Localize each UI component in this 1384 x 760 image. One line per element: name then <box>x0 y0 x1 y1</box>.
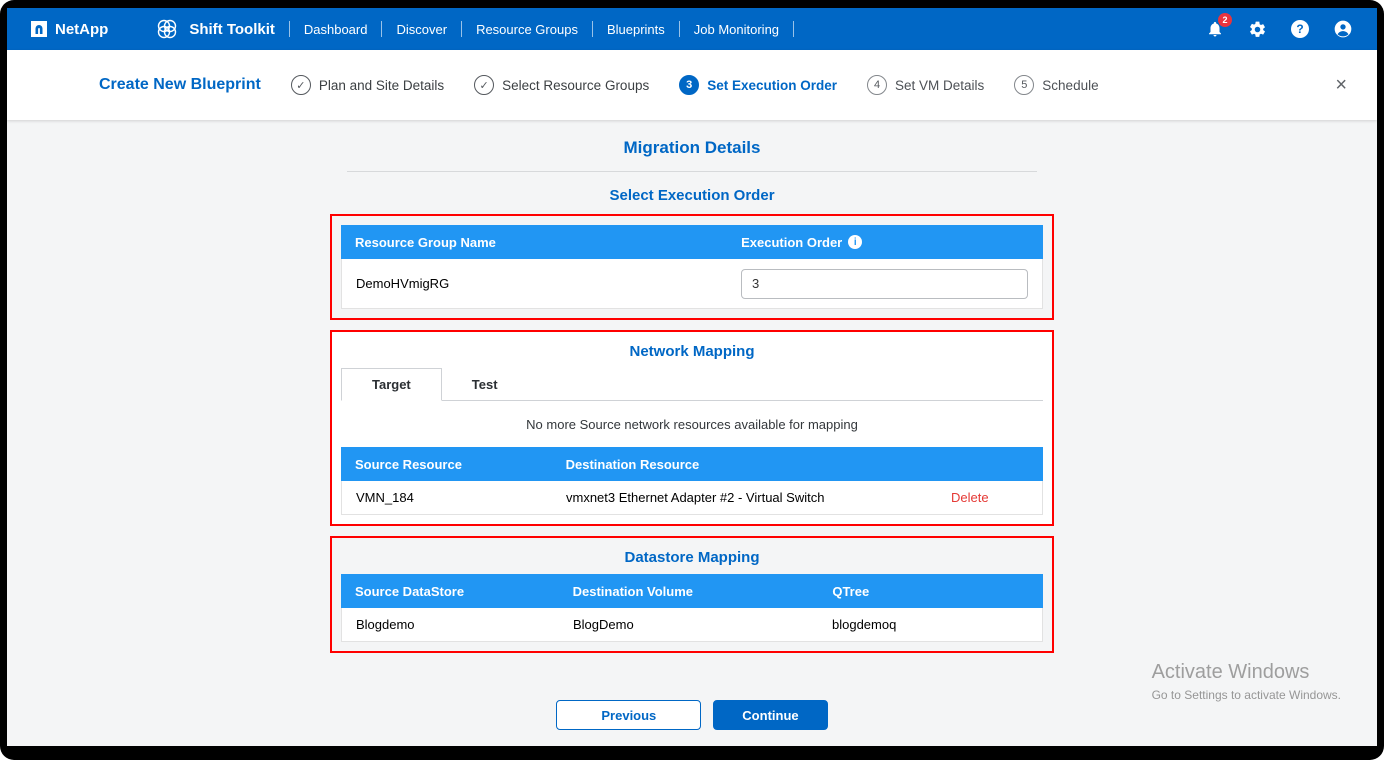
datastore-mapping-section-title: Datastore Mapping <box>341 549 1043 566</box>
nav-dashboard[interactable]: Dashboard <box>304 22 368 37</box>
migration-details-panel: Migration Details Select Execution Order… <box>7 120 1377 746</box>
column-destination-resource: Destination Resource <box>552 457 938 472</box>
wizard-steps: ✓ Plan and Site Details ✓ Select Resourc… <box>291 75 1099 95</box>
nav-separator <box>679 21 680 37</box>
delete-mapping-link[interactable]: Delete <box>937 490 1042 505</box>
step-label: Plan and Site Details <box>319 78 444 93</box>
step-label: Set Execution Order <box>707 78 837 93</box>
help-icon[interactable]: ? <box>1291 20 1309 38</box>
column-label: Execution Order <box>741 235 842 250</box>
table-header-row: Source Resource Destination Resource <box>341 447 1043 481</box>
page-title: Migration Details <box>624 138 761 158</box>
top-navigation-bar: NetApp Shift Toolkit Dashboard Discover … <box>7 8 1377 50</box>
network-mapping-tabs: Target Test <box>341 368 1043 401</box>
step-schedule: 5 Schedule <box>1014 75 1098 95</box>
datastore-mapping-section: Datastore Mapping Source DataStore Desti… <box>330 536 1054 653</box>
column-execution-order: Execution Order i <box>727 235 1043 250</box>
step-number: 5 <box>1014 75 1034 95</box>
step-plan-and-site-details[interactable]: ✓ Plan and Site Details <box>291 75 444 95</box>
network-mapping-notice: No more Source network resources availab… <box>341 417 1043 432</box>
watermark-line1: Activate Windows <box>1152 661 1341 684</box>
nav-separator <box>793 21 794 37</box>
topbar-actions: 2 ? <box>1206 19 1353 39</box>
step-number: 3 <box>679 75 699 95</box>
nav-discover[interactable]: Discover <box>396 22 447 37</box>
table-header-row: Source DataStore Destination Volume QTre… <box>341 574 1043 608</box>
execution-order-table: Resource Group Name Execution Order i De… <box>341 225 1043 309</box>
table-row: Blogdemo BlogDemo blogdemoq <box>341 608 1043 642</box>
user-avatar-icon[interactable] <box>1333 19 1353 39</box>
netapp-logo: NetApp <box>31 21 108 38</box>
settings-gear-icon[interactable] <box>1248 20 1267 39</box>
nav-blueprints[interactable]: Blueprints <box>607 22 665 37</box>
step-number: 4 <box>867 75 887 95</box>
network-mapping-table: Source Resource Destination Resource VMN… <box>341 447 1043 515</box>
notifications-bell-icon[interactable]: 2 <box>1206 20 1224 38</box>
shift-toolkit-icon <box>154 16 180 42</box>
screenshot-frame: NetApp Shift Toolkit Dashboard Discover … <box>0 0 1384 760</box>
brand-name: NetApp <box>55 21 108 38</box>
source-datastore-cell: Blogdemo <box>342 617 559 632</box>
blueprint-wizard-bar: Create New Blueprint ✓ Plan and Site Det… <box>7 50 1377 120</box>
nav-job-monitoring[interactable]: Job Monitoring <box>694 22 779 37</box>
step-set-execution-order[interactable]: 3 Set Execution Order <box>679 75 837 95</box>
close-icon[interactable]: × <box>1335 75 1347 95</box>
nav-separator <box>461 21 462 37</box>
windows-activation-watermark: Activate Windows Go to Settings to activ… <box>1152 661 1341 702</box>
table-row: VMN_184 vmxnet3 Ethernet Adapter #2 - Vi… <box>341 481 1043 515</box>
netapp-logo-icon <box>31 21 47 37</box>
info-icon[interactable]: i <box>848 235 862 249</box>
main-nav: Dashboard Discover Resource Groups Bluep… <box>304 21 808 37</box>
resource-group-name-cell: DemoHVmigRG <box>342 276 727 291</box>
table-header-row: Resource Group Name Execution Order i <box>341 225 1043 259</box>
title-divider <box>347 171 1037 172</box>
execution-order-section-title: Select Execution Order <box>609 187 774 204</box>
nav-resource-groups[interactable]: Resource Groups <box>476 22 578 37</box>
step-select-resource-groups[interactable]: ✓ Select Resource Groups <box>474 75 649 95</box>
nav-separator <box>592 21 593 37</box>
app-title-label: Shift Toolkit <box>189 21 275 38</box>
table-row: DemoHVmigRG <box>341 259 1043 309</box>
step-label: Schedule <box>1042 78 1098 93</box>
check-icon: ✓ <box>291 75 311 95</box>
wizard-footer-actions: Previous Continue <box>556 700 827 730</box>
nav-separator <box>381 21 382 37</box>
step-set-vm-details: 4 Set VM Details <box>867 75 984 95</box>
nav-separator <box>289 21 290 37</box>
qtree-cell: blogdemoq <box>818 617 1042 632</box>
destination-volume-cell: BlogDemo <box>559 617 818 632</box>
step-label: Set VM Details <box>895 78 984 93</box>
destination-resource-cell: vmxnet3 Ethernet Adapter #2 - Virtual Sw… <box>552 490 937 505</box>
column-source-resource: Source Resource <box>341 457 552 472</box>
check-icon: ✓ <box>474 75 494 95</box>
column-source-datastore: Source DataStore <box>341 584 559 599</box>
step-label: Select Resource Groups <box>502 78 649 93</box>
notification-badge: 2 <box>1218 13 1232 27</box>
datastore-mapping-table: Source DataStore Destination Volume QTre… <box>341 574 1043 642</box>
shift-toolkit-app: NetApp Shift Toolkit Dashboard Discover … <box>7 8 1377 746</box>
column-resource-group-name: Resource Group Name <box>341 235 727 250</box>
source-resource-cell: VMN_184 <box>342 490 552 505</box>
continue-button[interactable]: Continue <box>713 700 827 730</box>
previous-button[interactable]: Previous <box>556 700 701 730</box>
watermark-line2: Go to Settings to activate Windows. <box>1152 688 1341 702</box>
wizard-title: Create New Blueprint <box>99 76 261 94</box>
network-mapping-section: Network Mapping Target Test No more Sour… <box>330 330 1054 526</box>
column-destination-volume: Destination Volume <box>559 584 819 599</box>
network-mapping-section-title: Network Mapping <box>341 343 1043 360</box>
execution-order-section: Resource Group Name Execution Order i De… <box>330 214 1054 320</box>
tab-target[interactable]: Target <box>341 368 442 401</box>
tab-test[interactable]: Test <box>442 369 528 400</box>
execution-order-cell <box>727 269 1042 299</box>
column-qtree: QTree <box>818 584 1043 599</box>
shift-toolkit-title: Shift Toolkit <box>154 16 275 42</box>
execution-order-input[interactable] <box>741 269 1028 299</box>
